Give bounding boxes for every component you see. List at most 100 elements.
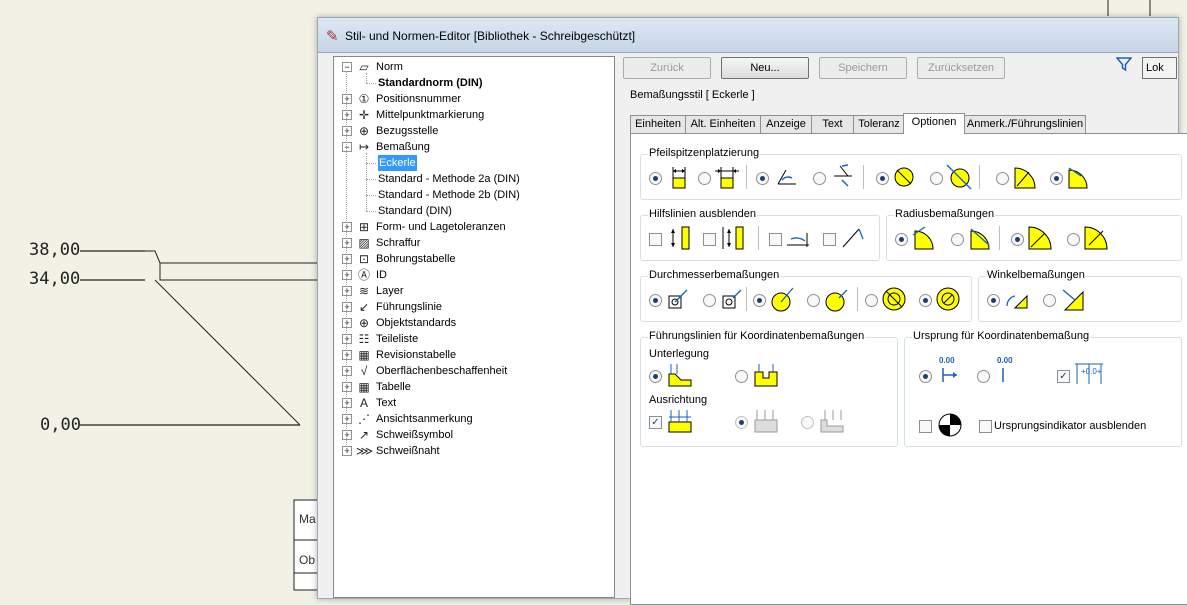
- tree-item[interactable]: + A Text: [334, 395, 612, 411]
- tab-anzeige[interactable]: Anzeige: [760, 115, 812, 133]
- tree-item[interactable]: + ① Positionsnummer: [334, 91, 612, 107]
- tree-item[interactable]: + Ⓐ ID: [334, 267, 612, 283]
- diameter-radio[interactable]: [807, 294, 820, 307]
- diameter-radio[interactable]: [703, 294, 716, 307]
- tree-item[interactable]: + ⊡ Bohrungstabelle: [334, 251, 612, 267]
- tree-item[interactable]: Standard - Methode 2b (DIN): [334, 187, 612, 203]
- tree-item-label: Führungslinie: [376, 301, 443, 313]
- expand-icon[interactable]: +: [342, 382, 352, 392]
- tree-item[interactable]: + ⋙ Schweißnaht: [334, 443, 612, 459]
- expand-icon[interactable]: +: [342, 398, 352, 408]
- tab-einheiten[interactable]: Einheiten: [630, 115, 686, 133]
- tree-item[interactable]: Standard (DIN): [334, 203, 612, 219]
- group-label: Pfeilspitzenplatzierung: [648, 147, 761, 159]
- tree-item[interactable]: + ⋰ Ansichtsanmerkung: [334, 411, 612, 427]
- origin-radio[interactable]: [919, 370, 932, 383]
- tree-item[interactable]: + √ Oberflächenbeschaffenheit: [334, 363, 612, 379]
- hide-origin-indicator-label: Ursprungsindikator ausblenden: [994, 420, 1147, 432]
- expand-icon[interactable]: +: [342, 222, 352, 232]
- tree-item[interactable]: + ⊞ Form- und Lagetoleranzen: [334, 219, 612, 235]
- arrowhead-radio[interactable]: [649, 172, 662, 185]
- diameter-radio[interactable]: [865, 294, 878, 307]
- hide-origin-indicator-checkbox[interactable]: [979, 420, 992, 433]
- expand-icon[interactable]: +: [342, 94, 352, 104]
- arrowhead-radio[interactable]: [756, 172, 769, 185]
- tree-item[interactable]: + ▦ Tabelle: [334, 379, 612, 395]
- filter-icon[interactable]: [1115, 56, 1133, 77]
- diameter-radio[interactable]: [649, 294, 662, 307]
- collapse-icon[interactable]: −: [342, 142, 352, 152]
- tree-item[interactable]: + ⊕ Objektstandards: [334, 315, 612, 331]
- tree-item[interactable]: + ≋ Layer: [334, 283, 612, 299]
- tree-item-label: Bohrungstabelle: [376, 253, 456, 265]
- tree-item[interactable]: Standardnorm (DIN): [334, 75, 612, 91]
- tab-anmerk-fuehrungslinien[interactable]: Anmerk./Führungslinien: [964, 115, 1086, 133]
- tree-item[interactable]: + ↗ Schweißsymbol: [334, 427, 612, 443]
- arrowhead-radio[interactable]: [1050, 172, 1063, 185]
- alignment-radio[interactable]: [801, 416, 814, 429]
- arrowhead-radio[interactable]: [698, 172, 711, 185]
- radius-option-icon: [1084, 226, 1108, 250]
- tab-alt-einheiten[interactable]: Alt. Einheiten: [685, 115, 761, 133]
- expand-icon[interactable]: +: [342, 350, 352, 360]
- expand-icon[interactable]: +: [342, 286, 352, 296]
- save-button[interactable]: Speichern: [819, 57, 907, 79]
- radius-radio[interactable]: [1011, 233, 1024, 246]
- alignment-radio[interactable]: [735, 416, 748, 429]
- radius-radio[interactable]: [895, 233, 908, 246]
- angle-radio[interactable]: [987, 294, 1000, 307]
- tree-item[interactable]: − ↦ Bemaßung: [334, 139, 612, 155]
- radius-radio[interactable]: [1067, 233, 1080, 246]
- expand-icon[interactable]: +: [342, 302, 352, 312]
- arrowhead-radio[interactable]: [996, 172, 1009, 185]
- expand-icon[interactable]: +: [342, 254, 352, 264]
- back-button[interactable]: Zurück: [623, 57, 711, 79]
- expand-icon[interactable]: +: [342, 270, 352, 280]
- expand-icon[interactable]: +: [342, 430, 352, 440]
- tree-item[interactable]: + ☷ Teileliste: [334, 331, 612, 347]
- new-button[interactable]: Neu...: [721, 57, 809, 79]
- expand-icon[interactable]: +: [342, 238, 352, 248]
- hide-ext-checkbox[interactable]: [649, 233, 662, 246]
- origin-indicator-checkbox[interactable]: [919, 420, 932, 433]
- underlay-radio[interactable]: [735, 370, 748, 383]
- origin-checkbox[interactable]: [1057, 370, 1070, 383]
- origin-radio[interactable]: [977, 370, 990, 383]
- arrowhead-radio[interactable]: [930, 172, 943, 185]
- underlay-radio[interactable]: [649, 370, 662, 383]
- hide-angle-ext-icon: [842, 228, 864, 248]
- collapse-icon[interactable]: −: [342, 62, 352, 72]
- tree-item[interactable]: − ▱ Norm: [334, 59, 612, 75]
- local-button[interactable]: Lok: [1142, 57, 1177, 79]
- arrowhead-radio[interactable]: [813, 172, 826, 185]
- tree-item[interactable]: + ↙ Führungslinie: [334, 299, 612, 315]
- tree-item[interactable]: Eckerle: [334, 155, 612, 171]
- diameter-radio[interactable]: [919, 294, 932, 307]
- expand-icon[interactable]: +: [342, 414, 352, 424]
- expand-icon[interactable]: +: [342, 110, 352, 120]
- tab-toleranz[interactable]: Toleranz: [853, 115, 905, 133]
- tree-item[interactable]: + ✛ Mittelpunktmarkierung: [334, 107, 612, 123]
- tree-item[interactable]: Standard - Methode 2a (DIN): [334, 171, 612, 187]
- tree-item[interactable]: + ⊕ Bezugsstelle: [334, 123, 612, 139]
- expand-icon[interactable]: +: [342, 446, 352, 456]
- style-tree[interactable]: − ▱ Norm Standardnorm (DIN) + ① Positionsnumme…: [333, 56, 615, 598]
- reset-button[interactable]: Zurücksetzen: [917, 57, 1005, 79]
- expand-icon[interactable]: +: [342, 334, 352, 344]
- hide-ext-checkbox[interactable]: [703, 233, 716, 246]
- tab-text[interactable]: Text: [811, 115, 854, 133]
- expand-icon[interactable]: +: [342, 126, 352, 136]
- expand-icon[interactable]: +: [342, 318, 352, 328]
- tree-item[interactable]: + ▦ Revisionstabelle: [334, 347, 612, 363]
- hide-ext-checkbox[interactable]: [823, 233, 836, 246]
- alignment-checkbox[interactable]: [649, 416, 662, 429]
- hide-ext-checkbox[interactable]: [769, 233, 782, 246]
- angle-radio[interactable]: [1043, 294, 1056, 307]
- diameter-radio[interactable]: [753, 294, 766, 307]
- dialog-titlebar[interactable]: ✎ Stil- und Normen-Editor [Bibliothek - …: [318, 18, 1178, 53]
- tab-optionen[interactable]: Optionen: [903, 113, 965, 134]
- radius-radio[interactable]: [951, 233, 964, 246]
- tree-item[interactable]: + ▨ Schraffur: [334, 235, 612, 251]
- expand-icon[interactable]: +: [342, 366, 352, 376]
- arrowhead-radio[interactable]: [876, 172, 889, 185]
